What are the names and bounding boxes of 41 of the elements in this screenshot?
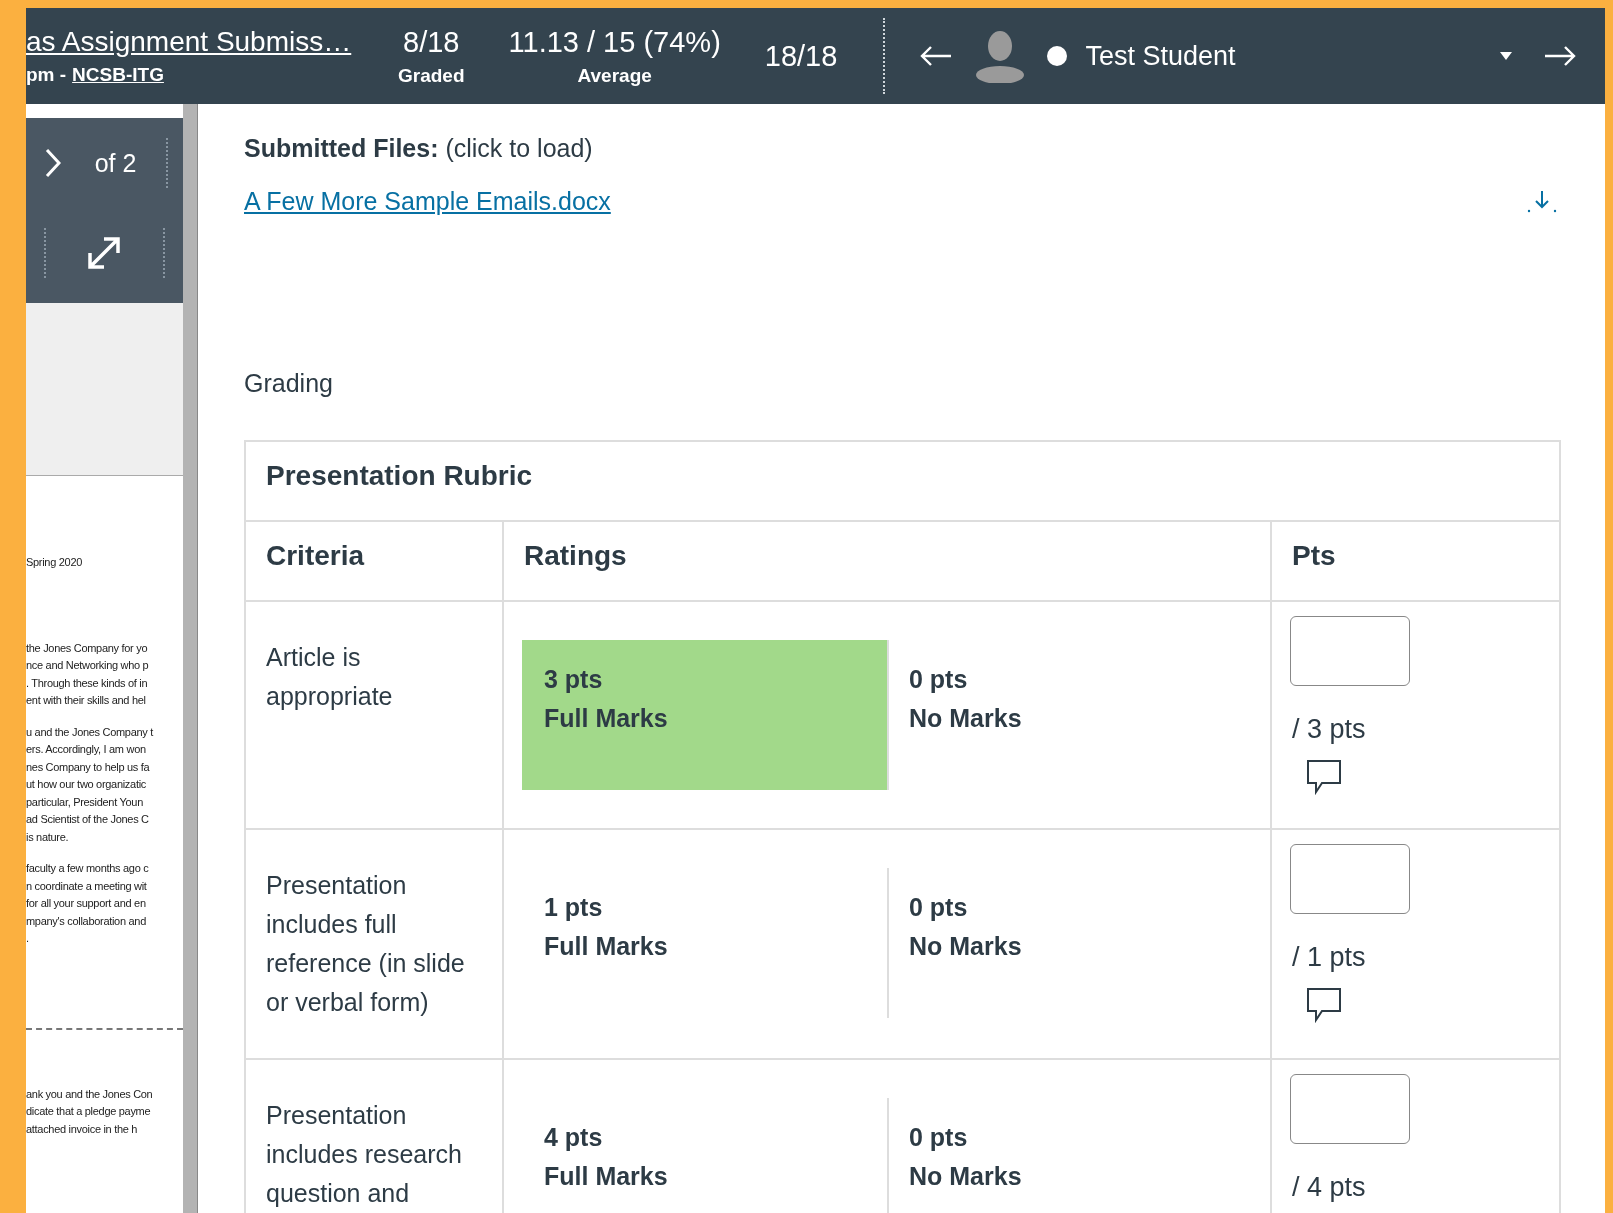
rating-option[interactable]: 3 pts Full Marks — [522, 640, 887, 790]
assignment-title-link[interactable]: as Assignment Submiss… — [26, 26, 376, 58]
rating-option[interactable]: 4 pts Full Marks — [522, 1098, 887, 1213]
criterion-text: Article is appropriate — [265, 642, 394, 712]
points-input[interactable] — [1290, 1074, 1410, 1144]
dropdown-caret-icon[interactable] — [1499, 51, 1513, 61]
stat-label: Average — [577, 64, 652, 87]
rating-option[interactable]: 1 pts Full Marks — [522, 868, 887, 1018]
stat-value: 11.13 / 15 (74%) — [508, 25, 721, 59]
file-link[interactable]: A Few More Sample Emails.docx — [244, 186, 611, 216]
submitted-files-label: Submitted Files: (click to load) — [244, 134, 593, 163]
rating-option[interactable]: 0 pts No Marks — [887, 868, 1252, 1018]
column-header: Criteria — [246, 522, 502, 602]
document-paragraph: u and the Jones Company t ers. Accordingly, I am won nes Company to help us fa ut how our two organizatic particular, President Youn ad Scientist of the Jones C is nature. — [26, 724, 155, 845]
document-paragraph: faculty a few months ago c n coordinate a meeting wit for all your support and en mpany's collaboration and . — [26, 861, 150, 946]
column-header: Pts — [1270, 522, 1559, 602]
stat-value: 18/18 — [764, 39, 838, 73]
max-points: / 3 pts — [1292, 714, 1366, 745]
grading-heading: Grading — [244, 369, 334, 398]
stat-value: 8/18 — [403, 25, 460, 59]
status-dot — [1047, 46, 1068, 66]
points-input[interactable] — [1290, 844, 1410, 914]
max-points: / 1 pts — [1292, 942, 1366, 973]
criterion-text: Presentation includes research question and — [265, 1100, 463, 1209]
document-paragraph: ank you and the Jones Con dicate that a pledge payme attached invoice in the h — [26, 1086, 154, 1137]
rubric-title: Presentation Rubric — [246, 442, 1559, 522]
rating-option[interactable]: 0 pts No Marks — [887, 1098, 1252, 1213]
scrollbar[interactable] — [183, 104, 198, 1213]
document-heading: Spring 2020 — [26, 555, 84, 570]
avatar-icon — [975, 29, 1026, 83]
criterion-text: Presentation includes full reference (in slide or verbal form) — [265, 870, 466, 1018]
student-name[interactable]: Test Student — [1085, 40, 1499, 72]
points-input[interactable] — [1290, 616, 1410, 686]
course-link[interactable]: NCSB-ITG — [72, 64, 164, 86]
max-points: / 4 pts — [1292, 1172, 1366, 1203]
stat-label: Graded — [398, 64, 465, 87]
rating-option[interactable]: 0 pts No Marks — [887, 640, 1252, 790]
document-paragraph: the Jones Company for yo nce and Networking who p . Through these kinds of in ent with their skills and hel — [26, 640, 150, 708]
column-header: Ratings — [502, 522, 1270, 602]
page-count: of 2 — [94, 148, 137, 178]
due-time-text: pm - — [26, 64, 67, 86]
